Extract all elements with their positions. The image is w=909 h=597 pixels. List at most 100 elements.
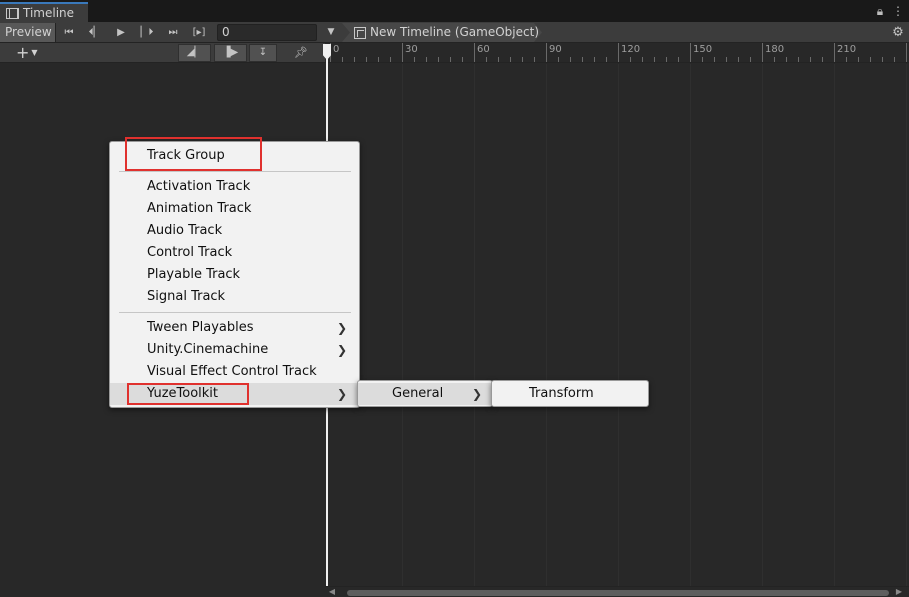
play-icon[interactable]: ▶ bbox=[109, 23, 133, 42]
ruler-major-tick bbox=[618, 43, 619, 62]
ruler-minor-tick bbox=[414, 57, 415, 62]
menu-item-tween-playables[interactable]: Tween Playables ❯ bbox=[110, 317, 359, 339]
ruler-minor-tick bbox=[654, 57, 655, 62]
next-frame-icon[interactable]: ▏⏵ bbox=[135, 23, 159, 42]
timeline-tab[interactable]: Timeline bbox=[0, 2, 88, 22]
menu-item-transform[interactable]: Transform bbox=[492, 383, 648, 405]
timeline-toolbar: Preview ⏮ ⏴▏ ▶ ▏⏵ ⏭ [▸] 0 ▼ New Timeline… bbox=[0, 22, 909, 43]
ruler-minor-tick bbox=[702, 57, 703, 62]
time-ruler[interactable]: 030609012015018021024 bbox=[325, 43, 909, 63]
grid-line bbox=[474, 64, 475, 586]
menu-item-label: Unity.Cinemachine bbox=[147, 342, 269, 357]
chevron-right-icon: ❯ bbox=[336, 387, 347, 401]
clip-area[interactable] bbox=[325, 64, 909, 586]
add-track-button[interactable]: + ▼ bbox=[16, 43, 50, 62]
menu-item-yuzetoolkit[interactable]: YuzeToolkit ❯ bbox=[110, 383, 359, 405]
play-range-icon[interactable]: [▸] bbox=[187, 23, 211, 42]
preview-button[interactable]: Preview bbox=[0, 23, 56, 42]
ruler-tick-label: 60 bbox=[477, 44, 490, 55]
ruler-minor-tick bbox=[534, 57, 535, 62]
ruler-minor-tick bbox=[786, 57, 787, 62]
menu-item-playable-track[interactable]: Playable Track bbox=[110, 264, 359, 286]
lock-icon[interactable]: 🔒︎ bbox=[873, 4, 887, 18]
horizontal-scrollbar[interactable]: ◀ ▶ bbox=[325, 586, 909, 597]
grid-line bbox=[546, 64, 547, 586]
ruler-major-tick bbox=[690, 43, 691, 62]
ruler-tick-label: 120 bbox=[621, 44, 641, 55]
ruler-minor-tick bbox=[738, 57, 739, 62]
ruler-minor-tick bbox=[426, 57, 427, 62]
menu-item-label: Tween Playables bbox=[147, 320, 254, 335]
ruler-tick-label: 150 bbox=[693, 44, 713, 55]
menu-item-label: Signal Track bbox=[147, 289, 226, 304]
ruler-tick-label: 180 bbox=[765, 44, 785, 55]
window-tab-bar: Timeline 🔒︎ ⋮ bbox=[0, 0, 909, 22]
menu-item-general[interactable]: General ❯ bbox=[358, 383, 492, 405]
ripple-mode-icon[interactable]: ▐▶ bbox=[214, 44, 247, 62]
kebab-menu-icon[interactable]: ⋮ bbox=[891, 4, 905, 18]
chevron-down-icon[interactable]: ▼ bbox=[323, 23, 339, 42]
ruler-minor-tick bbox=[378, 57, 379, 62]
chevron-right-icon: ❯ bbox=[471, 387, 482, 401]
mix-mode-icon[interactable]: ◢▏ bbox=[178, 44, 211, 62]
menu-item-animation-track[interactable]: Animation Track bbox=[110, 198, 359, 220]
go-to-start-icon[interactable]: ⏮ bbox=[57, 23, 81, 42]
ruler-tick-label: 30 bbox=[405, 44, 418, 55]
menu-item-track-group[interactable]: Track Group bbox=[110, 145, 359, 167]
ruler-minor-tick bbox=[462, 57, 463, 62]
chevron-down-icon: ▼ bbox=[31, 47, 38, 57]
menu-item-label: Track Group bbox=[147, 148, 225, 163]
ruler-minor-tick bbox=[882, 57, 883, 62]
menu-item-label: General bbox=[392, 386, 444, 401]
ruler-minor-tick bbox=[582, 57, 583, 62]
menu-item-visual-effect-control-track[interactable]: Visual Effect Control Track bbox=[110, 361, 359, 383]
menu-separator bbox=[119, 171, 351, 172]
menu-item-audio-track[interactable]: Audio Track bbox=[110, 220, 359, 242]
chevron-right-icon: ❯ bbox=[336, 343, 347, 357]
ruler-major-tick bbox=[474, 43, 475, 62]
menu-item-unity-cinemachine[interactable]: Unity.Cinemachine ❯ bbox=[110, 339, 359, 361]
breadcrumb[interactable]: New Timeline (GameObject) bbox=[342, 23, 542, 42]
yuzetoolkit-submenu: General ❯ bbox=[357, 380, 493, 407]
ruler-major-tick bbox=[906, 43, 907, 62]
ruler-minor-tick bbox=[858, 57, 859, 62]
scroll-left-icon[interactable]: ◀ bbox=[327, 587, 337, 597]
ruler-minor-tick bbox=[642, 57, 643, 62]
menu-item-label: Activation Track bbox=[147, 179, 251, 194]
ruler-tick-label: 90 bbox=[549, 44, 562, 55]
pin-icon[interactable]: 📌︎ bbox=[294, 44, 308, 62]
menu-item-control-track[interactable]: Control Track bbox=[110, 242, 359, 264]
menu-item-signal-track[interactable]: Signal Track bbox=[110, 286, 359, 308]
scroll-right-icon[interactable]: ▶ bbox=[894, 587, 904, 597]
ruler-minor-tick bbox=[726, 57, 727, 62]
gear-icon[interactable]: ⚙ bbox=[891, 23, 905, 42]
menu-item-activation-track[interactable]: Activation Track bbox=[110, 176, 359, 198]
scrollbar-thumb[interactable] bbox=[347, 590, 889, 596]
ruler-minor-tick bbox=[870, 57, 871, 62]
ruler-minor-tick bbox=[846, 57, 847, 62]
grid-line bbox=[762, 64, 763, 586]
ruler-minor-tick bbox=[486, 57, 487, 62]
replace-mode-icon[interactable]: ↧ bbox=[249, 44, 277, 62]
ruler-minor-tick bbox=[510, 57, 511, 62]
ruler-minor-tick bbox=[750, 57, 751, 62]
film-icon bbox=[6, 7, 19, 19]
ruler-minor-tick bbox=[558, 57, 559, 62]
ruler-major-tick bbox=[834, 43, 835, 62]
grid-line bbox=[402, 64, 403, 586]
ruler-minor-tick bbox=[714, 57, 715, 62]
ruler-minor-tick bbox=[774, 57, 775, 62]
add-track-context-menu: Track Group Activation Track Animation T… bbox=[109, 141, 360, 408]
ruler-minor-tick bbox=[450, 57, 451, 62]
go-to-end-icon[interactable]: ⏭ bbox=[161, 23, 185, 42]
grid-line bbox=[834, 64, 835, 586]
ruler-minor-tick bbox=[894, 57, 895, 62]
menu-item-label: Visual Effect Control Track bbox=[147, 364, 317, 379]
frame-input[interactable]: 0 bbox=[217, 24, 317, 41]
previous-frame-icon[interactable]: ⏴▏ bbox=[83, 23, 107, 42]
grid-line bbox=[618, 64, 619, 586]
ruler-minor-tick bbox=[606, 57, 607, 62]
general-submenu: Transform bbox=[491, 380, 649, 407]
ruler-minor-tick bbox=[438, 57, 439, 62]
breadcrumb-label: New Timeline (GameObject) bbox=[370, 25, 539, 39]
